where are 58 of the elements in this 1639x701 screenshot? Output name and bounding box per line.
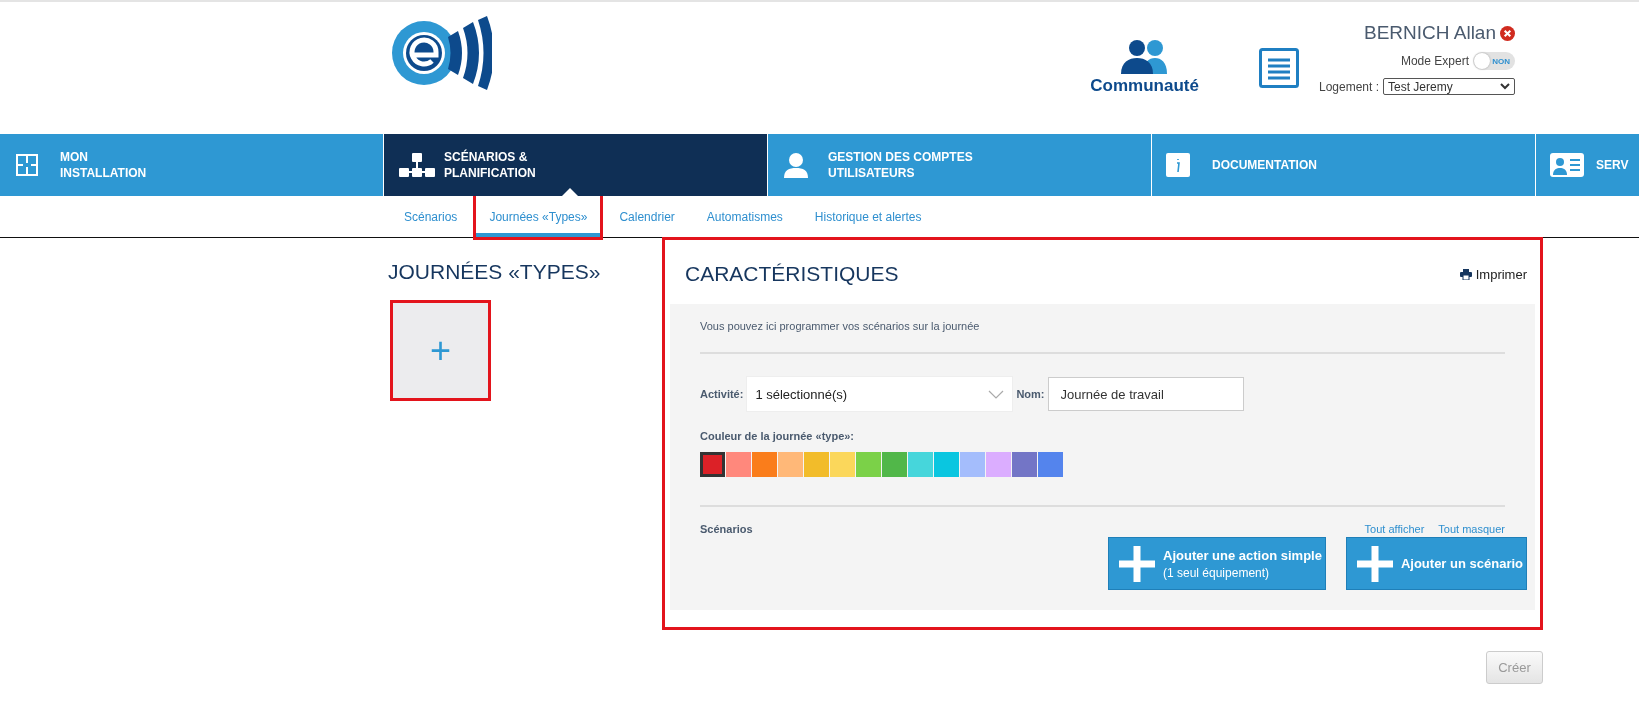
color-swatch[interactable] [804,452,829,477]
floor-plan-icon [14,152,40,178]
expert-mode-toggle[interactable]: NON [1473,52,1515,70]
add-day-card[interactable]: + [390,300,491,401]
color-swatch[interactable] [986,452,1011,477]
id-badge-icon [1550,153,1584,177]
close-icon[interactable] [1500,25,1515,41]
sub-tab[interactable]: Calendrier [606,196,688,237]
sub-tab[interactable]: Automatismes [693,196,796,237]
add-button[interactable]: Ajouter un scénario [1345,537,1527,590]
toggle-all-link[interactable]: Tout afficher [1364,523,1425,535]
color-swatch[interactable] [908,452,933,477]
menu-icon[interactable] [1258,48,1299,88]
plus-icon [1119,545,1155,582]
color-swatch[interactable] [752,452,777,477]
panel-title: CARACTÉRISTIQUES [685,262,899,286]
color-swatch[interactable] [830,452,855,477]
name-label: Nom: [1016,388,1045,400]
nav-tab[interactable]: SERV [1536,134,1639,196]
housing-label: Logement : [1318,79,1379,94]
user-name: BERNICH Allan [1364,22,1496,44]
color-swatch[interactable] [882,452,907,477]
toggle-all-link[interactable]: Tout masquer [1438,523,1505,535]
print-link[interactable]: Imprimer [1459,266,1527,282]
community-label[interactable]: Communauté [1090,76,1199,96]
sub-tab[interactable]: Scénarios [391,196,471,237]
expert-mode-label: Mode Expert [1400,54,1469,68]
color-label: Couleur de la journée «type»: [700,430,856,442]
activity-label: Activité: [700,388,744,400]
add-button[interactable]: Ajouter une action simple (1 seul équipement) [1108,537,1326,590]
flowchart-icon [398,152,436,178]
nav-tab[interactable]: SCÉNARIOS & PLANIFICATION [384,134,768,196]
info-icon [1166,153,1190,177]
color-swatch[interactable] [778,452,803,477]
chevron-down-icon [988,389,1005,399]
color-swatch[interactable] [726,452,751,477]
section-title: JOURNÉES «TYPES» [388,260,602,284]
nav-tab[interactable]: MON INSTALLATION [0,134,384,196]
color-swatch[interactable] [960,452,985,477]
chevron-down-icon [1500,83,1510,90]
housing-select[interactable]: Test Jeremy [1383,78,1515,95]
activity-select[interactable]: 1 sélectionné(s) [746,376,1014,412]
sub-tab[interactable]: Historique et alertes [801,196,935,237]
intro-text: Vous pouvez ici programmer vos scénarios sur la journée [700,320,1505,354]
color-swatch[interactable] [700,452,725,477]
scenarios-label: Scénarios [700,523,753,537]
printer-icon [1459,268,1472,280]
color-swatch[interactable] [856,452,881,477]
color-swatch[interactable] [934,452,959,477]
user-icon [782,152,810,178]
nav-tab[interactable]: GESTION DES COMPTES UTILISATEURS [768,134,1152,196]
name-field[interactable]: Journée de travail [1047,377,1244,411]
color-swatch[interactable] [1012,452,1037,477]
nav-tab[interactable]: DOCUMENTATION [1152,134,1536,196]
tab-pointer [562,188,578,196]
sub-tab[interactable]: Journées «Types» [476,196,601,237]
plus-icon [1356,545,1393,582]
color-swatch[interactable] [1038,452,1063,477]
